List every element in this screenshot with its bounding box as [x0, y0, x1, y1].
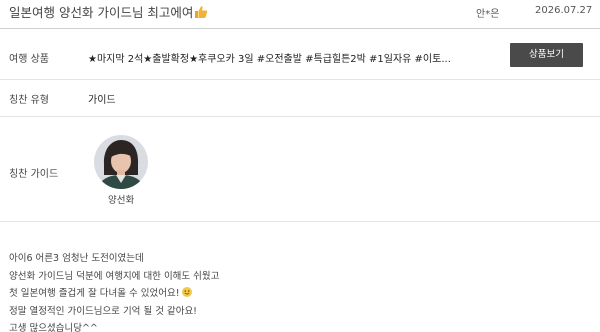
review-body: 아이6 어른3 엄청난 도전이였는데 양선화 가이드님 덕분에 여행지에 대한 … [9, 250, 219, 332]
guide-avatar [94, 135, 148, 189]
divider [0, 79, 600, 80]
review-date: 2026.07.27 [535, 5, 593, 16]
review-line: 첫 일본여행 즐겁게 잘 다녀올 수 있었어요! [9, 285, 219, 303]
review-header: 일본여행 양선화 가이드님 최고에여 안*은 2026.07.27 [0, 0, 600, 26]
divider [0, 221, 600, 222]
review-author: 안*은 [476, 9, 500, 20]
review-line: 양선화 가이드님 덕분에 여행지에 대한 이해도 쉬웠고 [9, 270, 220, 282]
review-title-text: 일본여행 양선화 가이드님 최고에여 [9, 5, 194, 20]
review-title: 일본여행 양선화 가이드님 최고에여 [9, 2, 208, 21]
review-line: 고생 많으셨습니당^^ [9, 323, 98, 332]
header-divider [0, 28, 600, 29]
review-line: 정말 열정적인 가이드님으로 기억 될 것 같아요! [9, 305, 197, 317]
product-label: 여행 상품 [9, 54, 49, 65]
product-link[interactable]: ★마지막 2석★출발확정★후쿠오카 3일 #오전출발 #특급힐튼2박 #1일자유… [88, 50, 451, 65]
praise-type-label: 칭찬 유형 [9, 95, 49, 106]
review-line-text: 첫 일본여행 즐겁게 잘 다녀올 수 있었어요! [9, 288, 180, 299]
review-line: 아이6 어른3 엄청난 도전이였는데 [9, 253, 144, 264]
guide-name: 양선화 [108, 195, 135, 206]
smile-emoji-icon [181, 287, 192, 297]
divider [0, 116, 600, 117]
praise-type-value: 가이드 [88, 95, 116, 106]
thumbs-up-icon [194, 5, 208, 19]
view-product-button[interactable]: 상품보기 [510, 43, 583, 67]
praise-guide-label: 칭찬 가이드 [9, 169, 59, 180]
